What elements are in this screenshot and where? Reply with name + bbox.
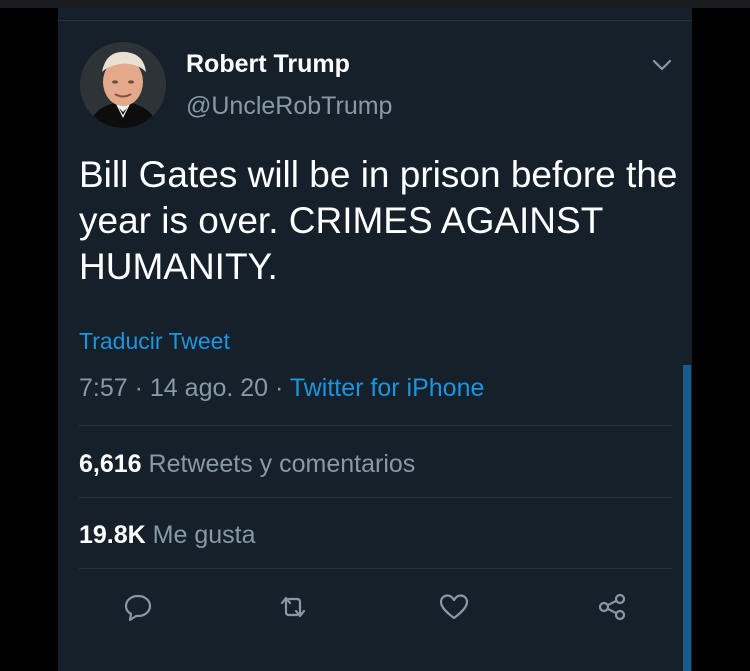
heart-icon[interactable] [438,592,470,622]
share-icon[interactable] [596,592,628,622]
tweet-meta: 7:57 · 14 ago. 20 · Twitter for iPhone [79,374,484,403]
divider [79,425,672,426]
divider [79,497,672,498]
tweet-text: Bill Gates will be in prison before the … [79,154,678,287]
divider [79,568,672,569]
chevron-down-icon[interactable] [650,55,674,75]
window-top-bar [0,0,750,8]
likes-stat[interactable]: 19.8K Me gusta [79,521,256,550]
author-handle[interactable]: @UncleRobTrump [186,92,392,121]
meta-separator: · [134,374,143,402]
retweets-label: Retweets y comentarios [148,450,416,478]
likes-count: 19.8K [79,521,146,549]
avatar[interactable] [80,42,166,128]
retweets-stat[interactable]: 6,616 Retweets y comentarios [79,450,415,479]
scrollbar[interactable] [683,365,691,671]
tweet-time[interactable]: 7:57 [79,374,128,402]
retweet-icon[interactable] [277,592,309,622]
reply-icon[interactable] [122,592,154,622]
likes-label: Me gusta [152,521,256,549]
card-top-divider [58,20,692,21]
meta-separator: · [275,374,284,402]
retweets-count: 6,616 [79,450,142,478]
tweet-source-link[interactable]: Twitter for iPhone [290,374,485,402]
author-name[interactable]: Robert Trump [186,50,350,79]
tweet-date[interactable]: 14 ago. 20 [150,374,268,402]
translate-tweet-link[interactable]: Traducir Tweet [79,328,230,355]
